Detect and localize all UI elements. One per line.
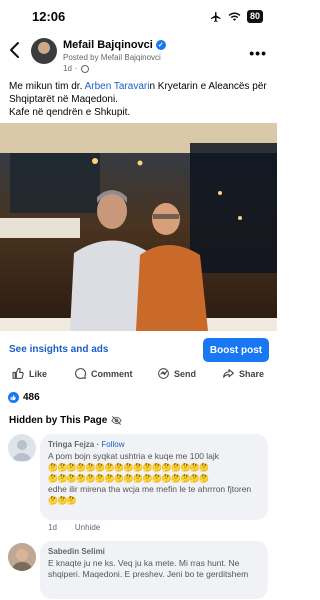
photo-illustration — [0, 123, 277, 331]
posted-by: Posted by Mefail Bajqinovci — [63, 53, 161, 62]
share-label: Share — [239, 368, 265, 379]
action-bar: Like Comment Send Share — [0, 364, 277, 384]
commenter-avatar[interactable] — [8, 543, 36, 571]
insights-row: See insights and ads Boost post — [0, 337, 277, 363]
comment-text: A pom bojn syqkat ushtria e kuqe me 100 … — [48, 451, 260, 506]
comment-meta: 1d Unhide — [48, 523, 100, 532]
comment-button[interactable]: Comment — [74, 367, 133, 380]
share-button[interactable]: Share — [222, 367, 264, 380]
status-time: 12:06 — [32, 9, 66, 24]
reactions-summary[interactable]: 486 — [8, 392, 40, 403]
author-name-row[interactable]: Mefail Bajqinovci ✓ — [63, 39, 166, 51]
comment-emojis-1: 🤔🤔🤔🤔🤔🤔🤔🤔🤔🤔🤔🤔🤔🤔🤔🤔🤔 — [48, 463, 209, 472]
post-meta: 1d · — [63, 64, 89, 73]
post-age: 1d — [63, 64, 72, 73]
comment-icon — [75, 368, 86, 379]
comment-age: 1d — [48, 523, 57, 532]
author-name[interactable]: Mefail Bajqinovci — [63, 39, 153, 51]
battery-level: 80 — [246, 10, 263, 23]
follow-link[interactable]: Follow — [101, 440, 124, 449]
author-avatar[interactable] — [31, 38, 57, 64]
post-text-prefix: Me mikun tim dr. — [9, 81, 85, 92]
airplane-icon — [210, 11, 221, 22]
status-icons: 80 — [210, 10, 263, 23]
comment-emojis-2: 🤔🤔🤔🤔🤔🤔🤔🤔🤔🤔🤔🤔🤔🤔🤔🤔🤔 — [48, 474, 209, 483]
comment-bubble: Tringa Fejza · Follow A pom bojn syqkat … — [40, 434, 268, 520]
hidden-comments-title: Hidden by This Page — [9, 415, 108, 426]
commenter-name[interactable]: Tringa Fejza — [48, 440, 94, 449]
post-text: Me mikun tim dr. Arben Taravarin Kryetar… — [9, 80, 271, 119]
reaction-count: 486 — [23, 392, 40, 403]
comment-label: Comment — [91, 368, 133, 379]
status-bar: 12:06 80 — [0, 0, 277, 34]
commenter-name[interactable]: Sabedin Selimi — [48, 547, 260, 556]
verified-badge-icon: ✓ — [155, 40, 166, 50]
hidden-comments-header: Hidden by This Page — [9, 415, 122, 426]
like-button[interactable]: Like — [12, 367, 47, 380]
comment-emojis-end: 🤔🤔🤔 — [48, 496, 77, 505]
more-icon[interactable]: ••• — [249, 45, 267, 61]
like-label: Like — [29, 368, 48, 379]
comment-bubble: Sabedin Selimi E knaqte ju ne ks. Veq ju… — [40, 541, 268, 599]
boost-post-button[interactable]: Boost post — [203, 338, 269, 362]
like-icon — [12, 367, 24, 379]
unhide-button[interactable]: Unhide — [75, 523, 100, 532]
post-text-line2: Kafe në qendrën e Shkupit. — [9, 107, 131, 118]
wifi-icon — [228, 12, 241, 21]
commenter-avatar[interactable] — [8, 434, 36, 462]
back-arrow-icon[interactable] — [8, 41, 24, 59]
tagged-person-link[interactable]: Arben Taravari — [85, 81, 150, 92]
send-label: Send — [174, 368, 197, 379]
like-reaction-icon — [8, 392, 19, 403]
post-photo[interactable] — [0, 123, 277, 331]
send-icon — [158, 368, 169, 379]
eye-off-icon — [111, 416, 122, 425]
send-button[interactable]: Send — [157, 367, 196, 380]
see-insights-link[interactable]: See insights and ads — [9, 344, 108, 355]
share-icon — [223, 369, 234, 378]
comment-text-main: A pom bojn syqkat ushtria e kuqe me 100 … — [48, 451, 220, 461]
globe-icon — [80, 64, 89, 73]
commenter-name-row: Tringa Fejza · Follow — [48, 440, 125, 449]
comment-text: E knaqte ju ne ks. Veq ju ka mete. Mi rr… — [48, 558, 249, 579]
post-header: Mefail Bajqinovci ✓ Posted by Mefail Baj… — [0, 34, 277, 78]
comment-text-2: edhe ilir mirena tha wcja me mefin le te… — [48, 484, 252, 494]
